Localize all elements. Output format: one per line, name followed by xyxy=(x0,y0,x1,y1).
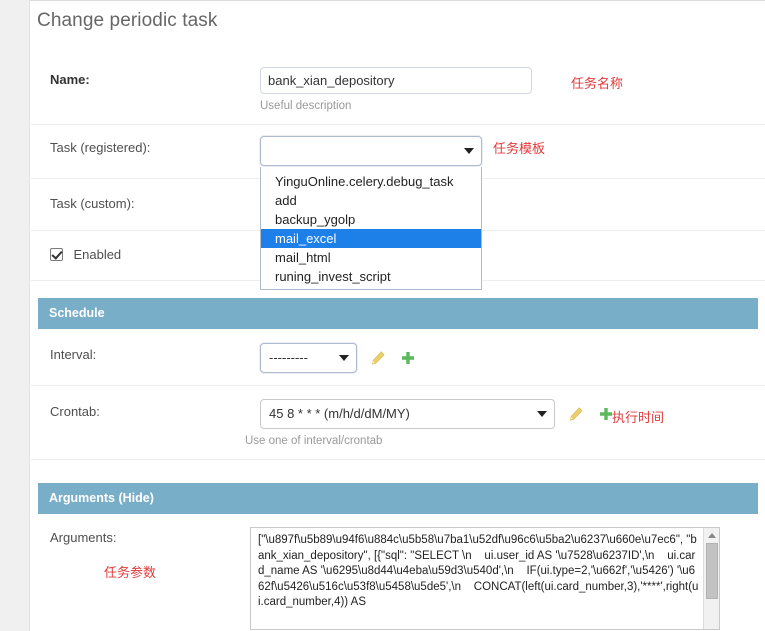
interval-edit-pencil-icon[interactable] xyxy=(370,350,386,366)
name-label: Name: xyxy=(50,72,90,87)
interval-select-value: --------- xyxy=(269,350,308,365)
arguments-textarea-scrollbar[interactable] xyxy=(703,528,719,629)
dropdown-option[interactable]: mail_html xyxy=(261,248,481,267)
name-input[interactable] xyxy=(260,67,532,94)
crontab-edit-pencil-icon[interactable] xyxy=(568,406,584,422)
dropdown-option-selected[interactable]: mail_excel xyxy=(261,229,481,248)
page-left-gutter xyxy=(0,0,30,631)
dropdown-option[interactable]: add xyxy=(261,191,481,210)
change-periodic-task-page: Change periodic task Name: Useful descri… xyxy=(0,0,765,631)
interval-select[interactable]: --------- xyxy=(260,343,357,373)
form-row-task-registered: Task (registered): YinguOnline.celery.de… xyxy=(31,125,765,290)
task-registered-select[interactable] xyxy=(260,136,482,166)
enabled-checkbox[interactable] xyxy=(50,248,63,261)
form-row-interval: Interval: --------- xyxy=(31,329,765,386)
form-row-arguments: Arguments: 任务参数 ["\u897f\u5b89\u94f6\u88… xyxy=(31,514,765,631)
form-content: Change periodic task Name: Useful descri… xyxy=(31,1,765,631)
crontab-annotation: 执行时间 xyxy=(612,410,665,425)
form-row-name: Name: Useful description 任务名称 xyxy=(31,56,765,125)
dropdown-option[interactable]: YinguOnline.celery.debug_task xyxy=(261,172,481,191)
form-row-crontab: Crontab: 45 8 * * * (m/h/d/dM/MY) Use on… xyxy=(31,386,765,460)
task-custom-label: Task (custom): xyxy=(50,196,135,211)
task-registered-annotation: 任务模板 xyxy=(493,141,546,156)
task-registered-select-value xyxy=(261,137,295,165)
dropdown-option[interactable]: backup_ygolp xyxy=(261,210,481,229)
chevron-down-icon xyxy=(537,411,547,417)
crontab-help-text: Use one of interval/crontab xyxy=(245,435,383,447)
crontab-select-value: 45 8 * * * (m/h/d/dM/MY) xyxy=(269,406,410,421)
enabled-label: Enabled xyxy=(73,247,122,262)
task-registered-label: Task (registered): xyxy=(50,140,151,155)
arguments-textarea-wrapper[interactable]: ["\u897f\u5b89\u94f6\u884c\u5b58\u7ba1\u… xyxy=(250,527,720,630)
crontab-select[interactable]: 45 8 * * * (m/h/d/dM/MY) xyxy=(260,399,555,429)
crontab-label: Crontab: xyxy=(50,404,100,419)
arguments-label: Arguments: xyxy=(50,530,117,545)
interval-add-plus-icon[interactable] xyxy=(400,350,416,366)
task-registered-dropdown-list[interactable]: YinguOnline.celery.debug_task add backup… xyxy=(260,167,482,290)
spacer-before-arguments xyxy=(31,460,765,483)
page-title: Change periodic task xyxy=(37,10,218,31)
chevron-down-icon xyxy=(339,355,349,361)
scroll-up-arrow-icon[interactable] xyxy=(708,533,716,538)
arguments-annotation: 任务参数 xyxy=(104,565,157,580)
interval-label: Interval: xyxy=(50,347,97,362)
scrollbar-thumb[interactable] xyxy=(706,543,718,599)
arguments-section-header: Arguments (Hide) xyxy=(38,483,758,514)
chevron-down-icon xyxy=(464,148,474,154)
name-help-text: Useful description xyxy=(260,100,352,112)
schedule-section-header: Schedule xyxy=(38,298,758,329)
dropdown-option[interactable]: runing_invest_script xyxy=(261,267,481,286)
arguments-textarea[interactable]: ["\u897f\u5b89\u94f6\u884c\u5b58\u7ba1\u… xyxy=(251,528,703,611)
name-annotation: 任务名称 xyxy=(571,76,624,91)
